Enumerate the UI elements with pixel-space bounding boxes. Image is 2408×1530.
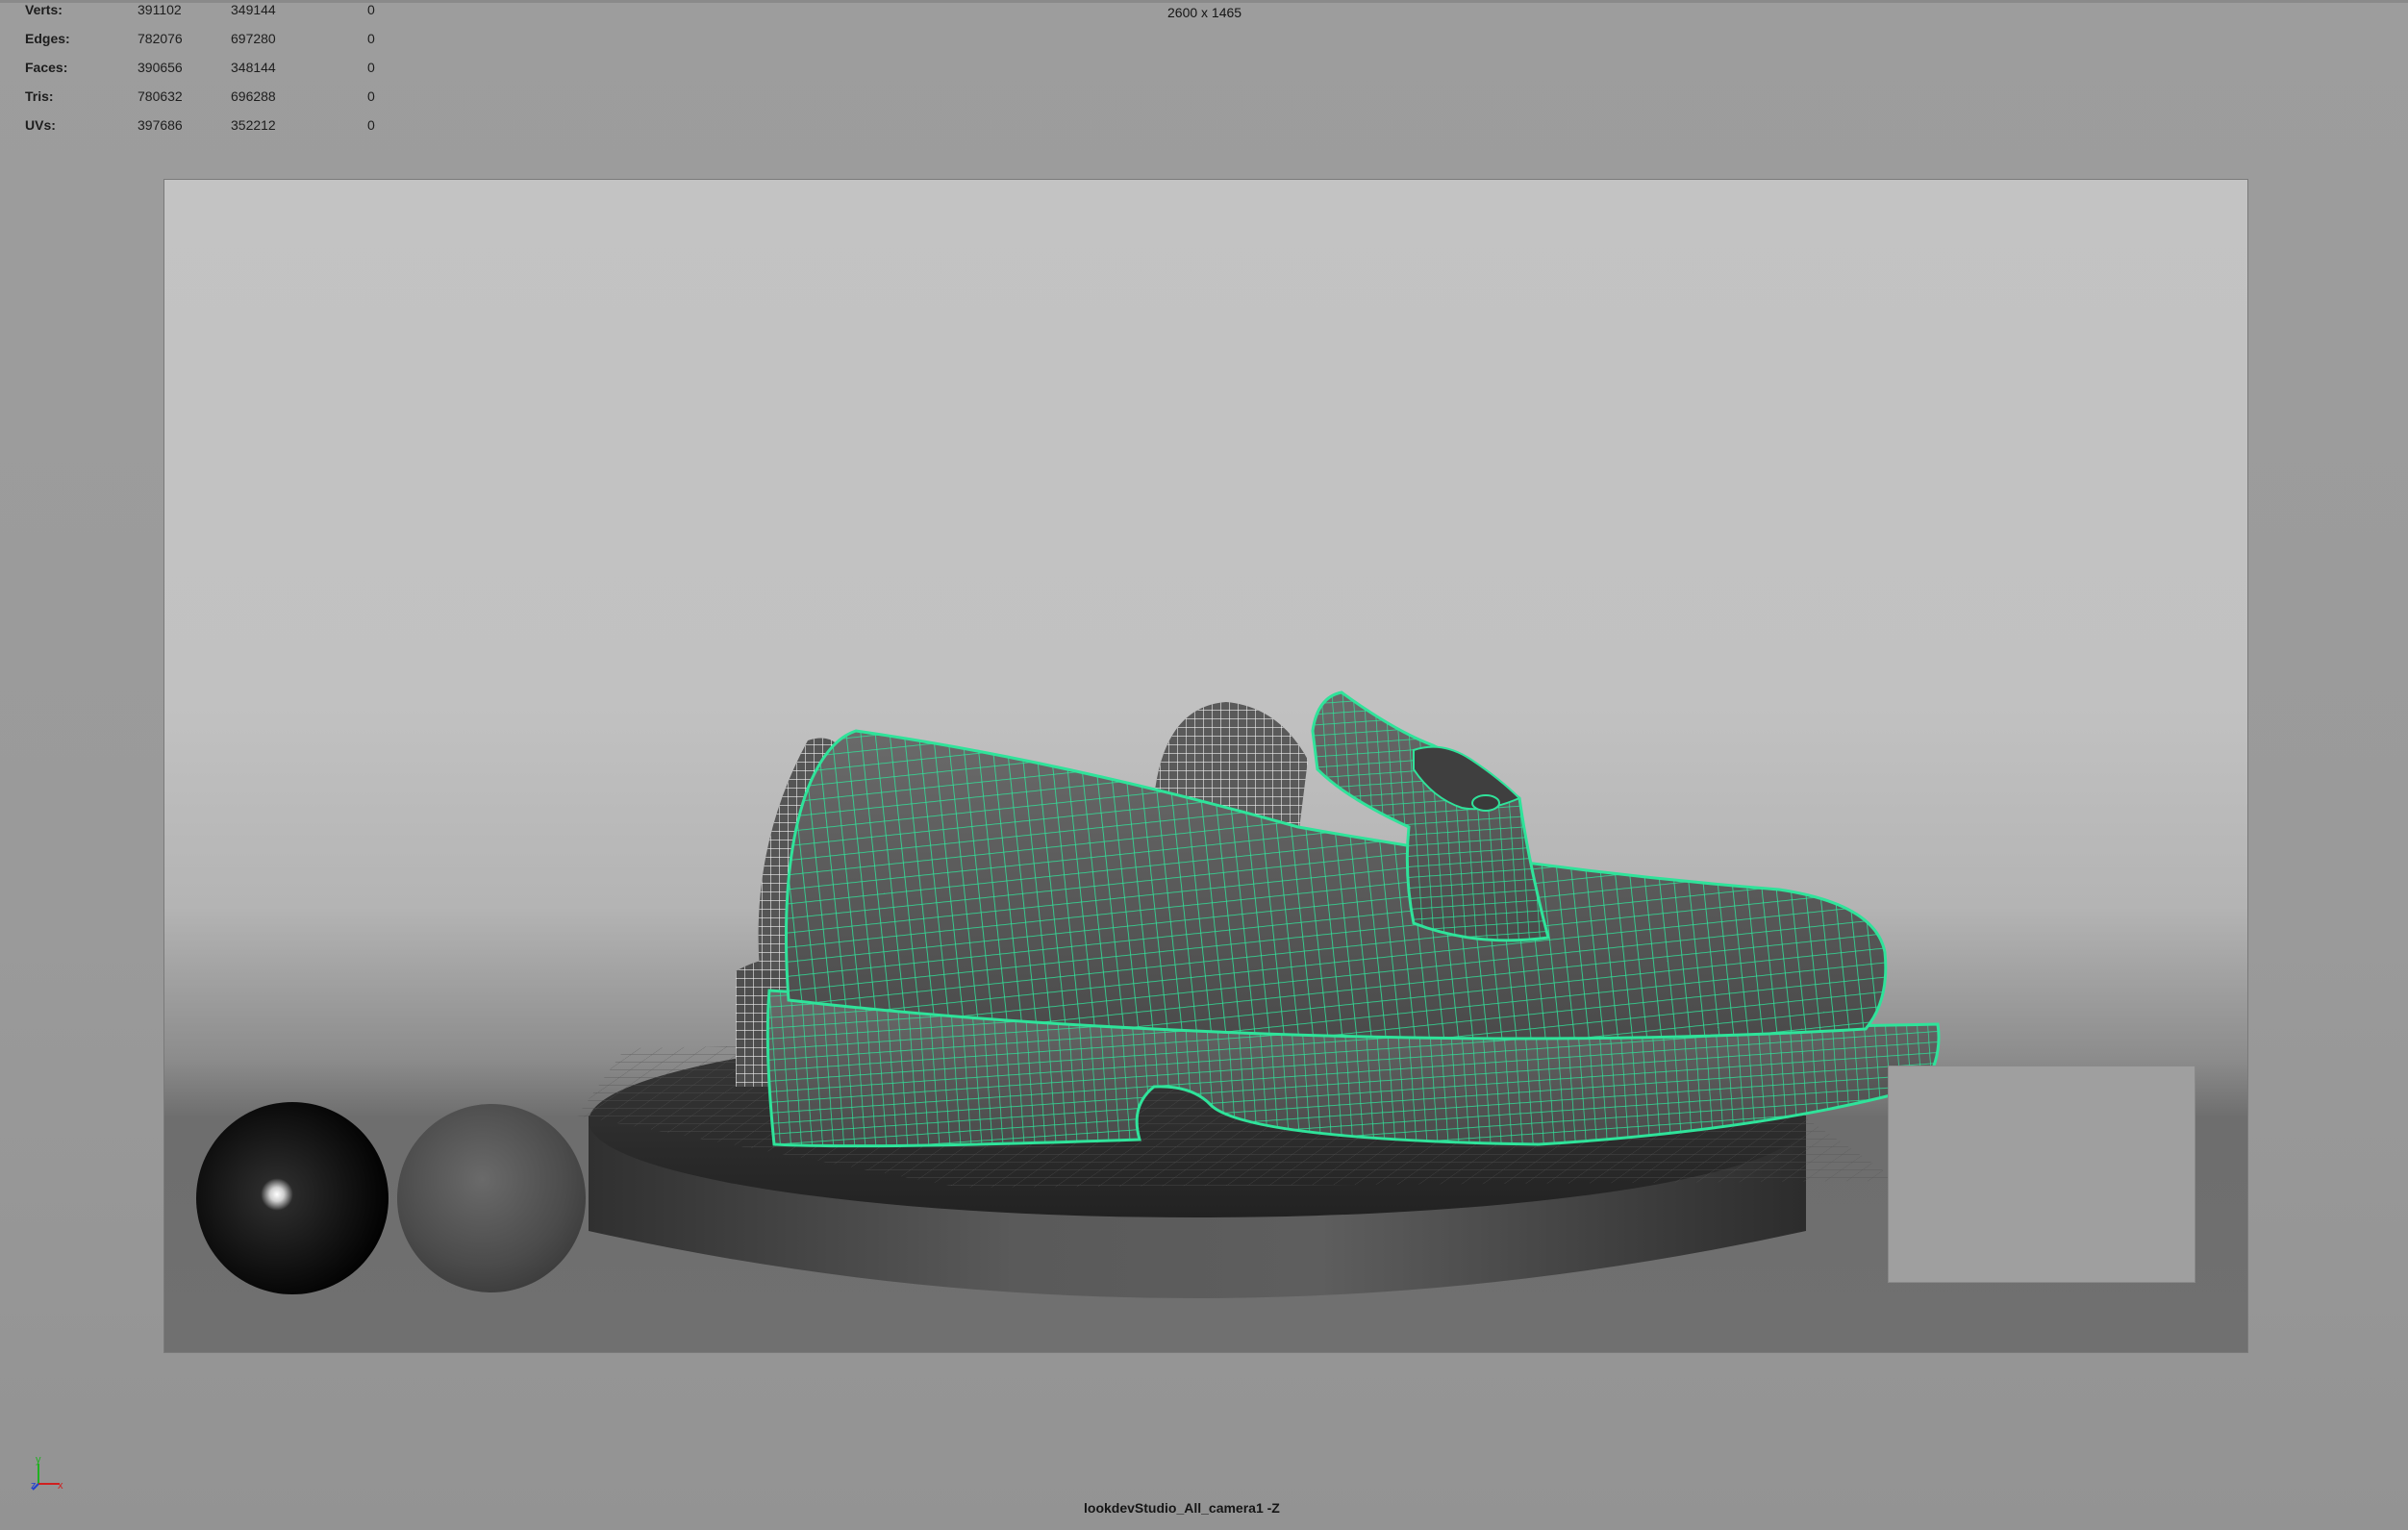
grey-card-swatch — [1888, 1066, 2195, 1283]
gizmo-z-label: z — [31, 1480, 37, 1492]
chrome-ball[interactable] — [196, 1102, 389, 1294]
maya-viewport[interactable]: Verts: 391102 349144 0 Edges: 782076 697… — [0, 0, 2408, 1530]
scene-render[interactable]: y z x — [0, 0, 2408, 1530]
camera-name-label: lookdevStudio_All_camera1 -Z — [1084, 1500, 1280, 1516]
axis-gizmo-icon — [32, 1464, 60, 1491]
gizmo-x-label: x — [58, 1480, 63, 1492]
gizmo-y-label: y — [36, 1454, 41, 1466]
grey-ball[interactable] — [397, 1104, 586, 1292]
shoe-loafer-selected[interactable] — [765, 690, 1941, 1148]
